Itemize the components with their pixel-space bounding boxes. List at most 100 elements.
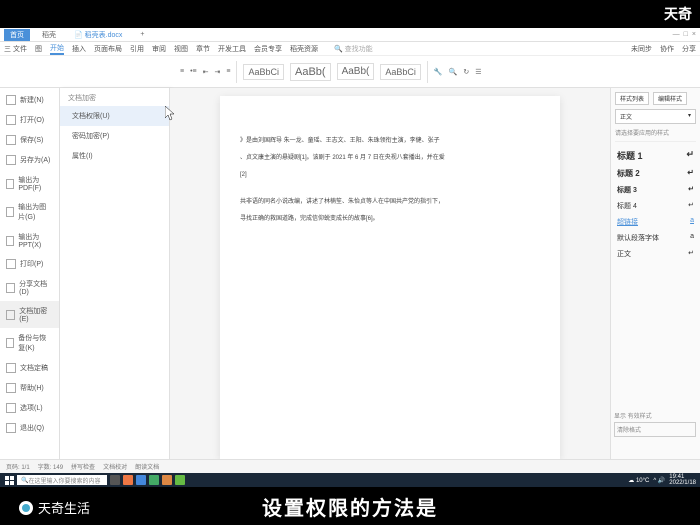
style-body[interactable]: 正文↵ (615, 246, 696, 262)
windows-taskbar: 🔍 在这里输入你要搜索的内容 ☁ 10°C ^ 🔊 19:412022/1/18 (0, 473, 700, 487)
task-icon[interactable] (123, 475, 133, 485)
style-list-tab[interactable]: 样式列表 (615, 92, 649, 105)
file-open[interactable]: 打开(O) (0, 110, 59, 130)
submenu-title: 文档加密 (60, 90, 169, 106)
file-backup[interactable]: 备份与恢复(K) (0, 328, 59, 358)
style-h1[interactable]: 标题 1↵ (615, 146, 696, 165)
file-share[interactable]: 分享文档(D) (0, 274, 59, 301)
file-exit[interactable]: 退出(Q) (0, 418, 59, 438)
spell-check[interactable]: 拼写检查 (71, 462, 95, 471)
style-h3[interactable]: 标题 3↵ (615, 182, 696, 198)
ribbon-tab[interactable]: 审阅 (152, 44, 166, 54)
document-page[interactable]: 》是由刘国辉导 朱一龙、童瑶、王志文、王阳、朱珠领衔主演，李健、张子 、贞文康主… (220, 96, 560, 459)
ribbon-tab[interactable]: 视图 (174, 44, 188, 54)
file-save[interactable]: 保存(S) (0, 130, 59, 150)
find-icon[interactable]: 🔍 (449, 68, 458, 76)
tools-icon[interactable]: 🔧 (434, 68, 443, 76)
style-h2[interactable]: 标题 2↵ (615, 165, 696, 182)
ribbon-tab[interactable]: 会员专享 (254, 44, 282, 54)
doc-paragraph: 》是由刘国辉导 朱一龙、童瑶、王志文、王阳、朱珠领衔主演，李健、张子 (240, 136, 530, 147)
read-aloud[interactable]: 朗读文档 (135, 462, 159, 471)
style-preview[interactable]: AaBbCi (380, 64, 421, 80)
current-style-select[interactable]: 正文▾ (615, 109, 696, 124)
brand-logo: 天奇生活 (18, 498, 90, 517)
file-image[interactable]: 输出为图片(G) (0, 197, 59, 227)
style-h4[interactable]: 标题 4↵ (615, 198, 696, 214)
file-options[interactable]: 选项(L) (0, 398, 59, 418)
file-pdf[interactable]: 输出为PDF(F) (0, 170, 59, 197)
replace-icon[interactable]: ↻ (463, 68, 469, 76)
start-button[interactable] (4, 475, 14, 485)
minimize-icon[interactable]: — (673, 31, 680, 38)
style-preview[interactable]: AaBbCi (243, 64, 284, 80)
ribbon-tab[interactable]: 引用 (130, 44, 144, 54)
file-menu-tab[interactable]: 三 文件 (4, 44, 27, 54)
align-icon[interactable]: ≡ (226, 68, 230, 75)
properties-item[interactable]: 属性(I) (60, 146, 169, 166)
ribbon-tab[interactable]: 插入 (72, 44, 86, 54)
app-tab[interactable]: 稻壳 (36, 29, 62, 41)
home-tab[interactable]: 首页 (4, 29, 30, 41)
select-icon[interactable]: ☰ (475, 68, 481, 76)
chevron-down-icon: ▾ (688, 112, 691, 121)
task-icon[interactable] (162, 475, 172, 485)
doc-paragraph: 共非语的同名小说改编，讲述了林楠笙、朱怡贞等人在中国共产党的指引下， (240, 197, 530, 208)
bullet-icon[interactable]: •≡ (190, 68, 197, 75)
doc-check[interactable]: 文档校对 (103, 462, 127, 471)
ribbon-tab[interactable]: 章节 (196, 44, 210, 54)
file-ppt[interactable]: 输出为PPT(X) (0, 227, 59, 254)
document-area: 》是由刘国辉导 朱一龙、童瑶、王志文、王阳、朱珠领衔主演，李健、张子 、贞文康主… (170, 88, 610, 459)
task-icon[interactable] (175, 475, 185, 485)
maximize-icon[interactable]: □ (684, 31, 688, 38)
ribbon-search[interactable]: 🔍 查找功能 (334, 44, 373, 54)
ribbon-tab[interactable]: 稻壳资源 (290, 44, 318, 54)
style-default-font[interactable]: 默认段落字体a (615, 230, 696, 246)
collab-button[interactable]: 协作 (660, 44, 674, 54)
ribbon-tabs: 三 文件 图 开始 插入 页面布局 引用 审阅 视图 章节 开发工具 会员专享 … (0, 42, 700, 56)
style-preview[interactable]: AaBb( (337, 63, 375, 80)
weather-widget[interactable]: ☁ 10°C (628, 477, 649, 484)
encrypt-submenu: 文档加密 文档权限(U) 密码加密(P) 属性(I) (60, 88, 170, 459)
task-icon[interactable] (149, 475, 159, 485)
brand-corner: 天奇 (664, 4, 692, 24)
ribbon-tab[interactable]: 页面布局 (94, 44, 122, 54)
style-link[interactable]: 超链接a (615, 214, 696, 230)
indent-icon[interactable]: ⇤ (203, 68, 209, 76)
ribbon-tab-start[interactable]: 开始 (50, 43, 64, 55)
file-help[interactable]: 帮助(H) (0, 378, 59, 398)
clock[interactable]: 19:412022/1/18 (669, 474, 696, 486)
file-print[interactable]: 打印(P) (0, 254, 59, 274)
file-saveas[interactable]: 另存为(A) (0, 150, 59, 170)
style-hint: 请选择要应用的样式 (615, 128, 696, 137)
tray-icons[interactable]: ^ 🔊 (653, 477, 665, 484)
task-icon[interactable] (110, 475, 120, 485)
file-final[interactable]: 文档定稿 (0, 358, 59, 378)
style-preview[interactable]: AaBb( (290, 63, 331, 81)
file-encrypt[interactable]: 文档加密(E) (0, 301, 59, 328)
edit-style-tab[interactable]: 编辑样式 (653, 92, 687, 105)
password-encrypt-item[interactable]: 密码加密(P) (60, 126, 169, 146)
doc-permission-item[interactable]: 文档权限(U) (60, 106, 169, 126)
status-bar: 页码: 1/1 字数: 149 拼写检查 文档校对 朗读文档 (0, 459, 700, 473)
share-button[interactable]: 分享 (682, 44, 696, 54)
file-new[interactable]: 新建(N) (0, 90, 59, 110)
doc-paragraph: 、贞文康主演的悬疑剧[1]。该剧于 2021 年 6 月 7 日在央视八套播出，… (240, 153, 530, 164)
file-menu-panel: 新建(N) 打开(O) 保存(S) 另存为(A) 输出为PDF(F) 输出为图片… (0, 88, 60, 459)
cursor-icon (165, 106, 177, 122)
page-count: 页码: 1/1 (6, 462, 30, 471)
new-tab-button[interactable]: + (134, 30, 150, 39)
taskbar-search[interactable]: 🔍 在这里输入你要搜索的内容 (17, 475, 107, 485)
ribbon-tab[interactable]: 图 (35, 44, 42, 54)
clear-format-button[interactable]: 清除格式 (614, 422, 696, 437)
ribbon-tab[interactable]: 开发工具 (218, 44, 246, 54)
document-tab[interactable]: 📄 稻壳表.docx (68, 29, 128, 41)
sync-status[interactable]: 未同步 (631, 44, 652, 54)
list-icon[interactable]: ≡ (180, 68, 184, 75)
outdent-icon[interactable]: ⇥ (215, 68, 221, 76)
doc-paragraph: 寻找正确的救国道路，完成信仰蜕变成长的故事[6]。 (240, 214, 530, 225)
style-panel: 样式列表 编辑样式 正文▾ 请选择要应用的样式 标题 1↵ 标题 2↵ 标题 3… (610, 88, 700, 459)
style-panel-footer: 显示 有效样式 清除格式 (614, 411, 696, 437)
close-icon[interactable]: × (692, 31, 696, 38)
task-icon[interactable] (136, 475, 146, 485)
word-count: 字数: 149 (38, 462, 63, 471)
